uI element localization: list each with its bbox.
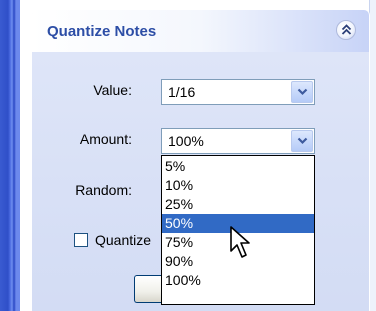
value-selected: 1/16 [168, 84, 196, 100]
amount-option[interactable]: 5% [162, 157, 314, 176]
quantize-checkbox[interactable] [74, 233, 88, 247]
window-left-border [0, 0, 20, 311]
quantize-checkbox-label[interactable]: Quantize [95, 232, 151, 248]
value-label: Value: [93, 82, 132, 98]
panel-header[interactable]: Quantize Notes [32, 10, 369, 52]
amount-option[interactable]: 10% [162, 176, 314, 195]
amount-option[interactable]: 100% [162, 271, 314, 290]
amount-dropdown[interactable]: 100% [161, 128, 315, 154]
value-dropdown-button[interactable] [291, 81, 313, 103]
panel-title: Quantize Notes [47, 23, 157, 40]
amount-label: Amount: [79, 131, 132, 147]
amount-dropdown-button[interactable] [291, 130, 313, 152]
chevron-down-icon [297, 88, 308, 96]
mouse-cursor-icon [230, 226, 250, 258]
value-dropdown[interactable]: 1/16 [161, 79, 315, 105]
random-label: Random: [75, 182, 132, 198]
collapse-button[interactable] [336, 20, 356, 40]
chevron-down-icon [297, 137, 308, 145]
action-button[interactable] [134, 275, 164, 303]
chevron-up-double-icon [341, 24, 352, 35]
amount-option[interactable]: 25% [162, 195, 314, 214]
amount-selected: 100% [168, 133, 204, 149]
window-right-border [369, 0, 376, 311]
